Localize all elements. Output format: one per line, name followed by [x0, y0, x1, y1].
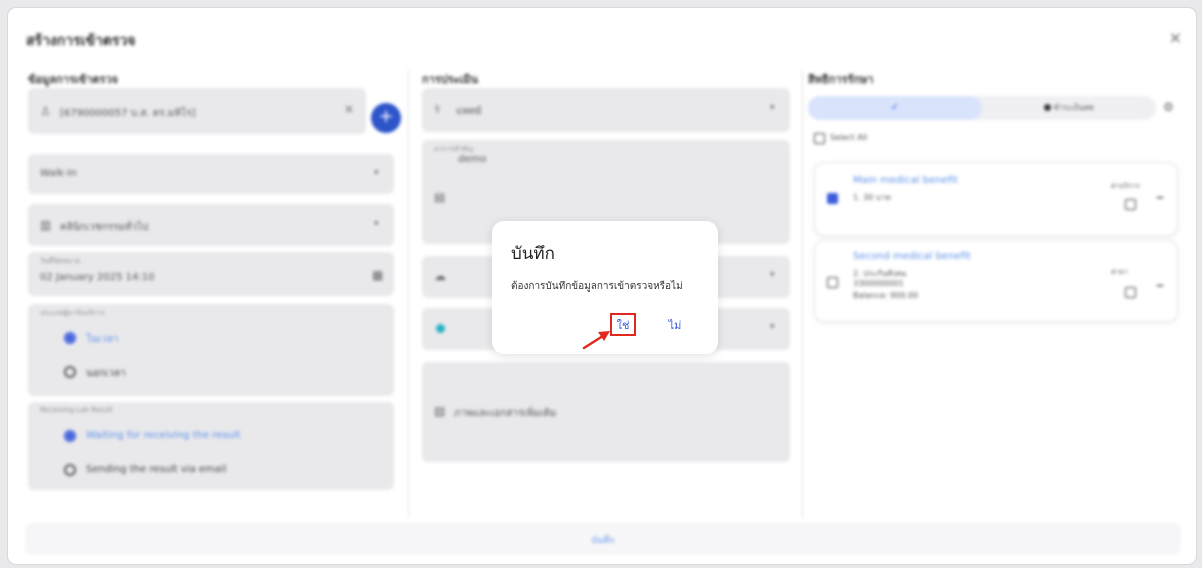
- benefit-main-side-label: ค่าบริการ: [1111, 182, 1140, 190]
- toggle-cash-label: ชำระเงินสด: [1053, 103, 1095, 112]
- chevron-down-icon: ▾: [374, 168, 379, 178]
- more-icon[interactable]: ━: [1157, 193, 1163, 204]
- middle-section-title: การประเมิน: [422, 73, 479, 86]
- lab-result-label: Receiving Lab Result: [40, 406, 113, 414]
- doctor-select[interactable]: ⚕ แพทย์ ▾: [422, 88, 790, 132]
- radio-after-hours-label: นอกเวลา: [86, 368, 126, 379]
- document-icon: ▤: [434, 190, 446, 204]
- select-all-checkbox[interactable]: [814, 133, 825, 144]
- cash-icon: [1043, 104, 1051, 111]
- lab-result-group: Receiving Lab Result Waiting for receivi…: [28, 402, 394, 490]
- benefit-card-main[interactable]: Main medical benefit 1. 30 บาท ค่าบริการ…: [814, 162, 1178, 236]
- chevron-down-icon: ▾: [770, 322, 775, 332]
- benefit-main-title: Main medical benefit: [853, 175, 958, 186]
- benefit-main-side-checkbox[interactable]: [1125, 199, 1136, 210]
- radio-waiting-result-label: Waiting for receiving the result: [86, 430, 241, 441]
- radio-email-result-label: Sending the result via email: [86, 464, 227, 475]
- visit-type-value: Walk-In: [40, 168, 77, 179]
- patient-value: [6790000057 บ.ส. ตร.มหิโร]: [60, 108, 196, 119]
- column-divider: [802, 70, 803, 518]
- radio-in-hours[interactable]: [64, 332, 76, 344]
- benefit-main-line: 1. 30 บาท: [853, 193, 891, 202]
- payment-toggle: ✓ ชำระเงินสด: [808, 96, 1156, 120]
- chevron-down-icon: ▾: [770, 103, 775, 113]
- dialog-title: บันทึก: [511, 244, 555, 264]
- cloud-icon: ☁: [434, 269, 446, 283]
- benefit-second-side-label: ค่ายา: [1111, 268, 1128, 276]
- service-type-group: ประเภทผู้มารับบริการ ในเวลา นอกเวลา: [28, 304, 394, 396]
- close-icon[interactable]: ×: [1169, 28, 1182, 47]
- left-section-title: ข้อมูลการเข้าตรวจ: [28, 73, 118, 86]
- department-select[interactable]: ▥ คลินิกเวชกรรมทั่วไป ▾: [28, 204, 394, 246]
- attachment-dropzone[interactable]: ▧ ภาพและเอกสารเพิ่มเติม: [422, 362, 790, 462]
- clear-icon[interactable]: ×: [344, 102, 354, 116]
- date-value: 02 January 2025 14:10: [40, 272, 155, 283]
- benefit-second-title: Second medical benefit: [853, 251, 971, 262]
- radio-email-result[interactable]: [64, 464, 76, 476]
- service-type-label: ประเภทผู้มารับบริการ: [40, 309, 105, 317]
- chief-complaint-value: demo: [458, 154, 487, 165]
- confirm-no-button[interactable]: ไม่: [662, 315, 688, 335]
- column-divider: [408, 70, 409, 518]
- benefit-second-checkbox[interactable]: [827, 277, 838, 288]
- chevron-down-icon: ▾: [374, 219, 379, 229]
- patient-field[interactable]: ♙ [6790000057 บ.ส. ตร.มหิโร] ×: [28, 88, 366, 134]
- right-section-title: สิทธิการรักษา: [808, 73, 874, 86]
- dialog-message: ต้องการบันทึกข้อมูลการเข้าตรวจหรือไม่: [511, 281, 683, 292]
- date-field[interactable]: วันที่นัดหมาย 02 January 2025 14:10 ▦: [28, 252, 394, 296]
- toggle-benefit[interactable]: ✓: [808, 96, 982, 120]
- radio-in-hours-label: ในเวลา: [86, 334, 119, 345]
- attachment-text: ภาพและเอกสารเพิ่มเติม: [454, 408, 557, 419]
- building-icon: ▥: [40, 218, 52, 232]
- save-button-label: บันทึก: [591, 536, 615, 546]
- radio-after-hours[interactable]: [64, 366, 76, 378]
- toggle-cash[interactable]: ชำระเงินสด: [982, 96, 1156, 120]
- doctor-value: แพทย์: [456, 106, 482, 117]
- more-icon[interactable]: ━: [1157, 281, 1163, 292]
- chevron-down-icon: ▾: [770, 270, 775, 280]
- radio-waiting-result[interactable]: [64, 430, 76, 442]
- date-label: วันที่นัดหมาย: [40, 257, 80, 265]
- benefit-second-line2: 3300000001: [853, 279, 904, 288]
- benefit-second-line3: Balance: 900.00: [853, 291, 919, 300]
- image-upload-icon: ▧: [434, 404, 446, 418]
- status-dot-icon: [454, 272, 463, 281]
- annotation-arrow-icon: [582, 331, 610, 350]
- calendar-icon[interactable]: ▦: [372, 268, 383, 282]
- benefit-main-checkbox[interactable]: [827, 193, 838, 204]
- department-value: คลินิกเวชกรรมทั่วไป: [60, 222, 149, 233]
- status-dot-icon: [436, 324, 445, 333]
- select-all-label: Select All: [830, 133, 868, 142]
- visit-type-select[interactable]: Walk-In ▾: [28, 154, 394, 194]
- save-button[interactable]: บันทึก: [26, 524, 1180, 554]
- benefit-second-side-checkbox[interactable]: [1125, 287, 1136, 298]
- benefit-card-second[interactable]: Second medical benefit 2. ประกันสังคม 33…: [814, 240, 1178, 322]
- settings-icon[interactable]: ⚙: [1163, 100, 1174, 114]
- add-patient-button[interactable]: +: [371, 103, 401, 133]
- doctor-icon: ⚕: [434, 102, 441, 116]
- window-title: สร้างการเข้าตรวจ: [26, 33, 136, 49]
- person-icon: ♙: [40, 104, 51, 118]
